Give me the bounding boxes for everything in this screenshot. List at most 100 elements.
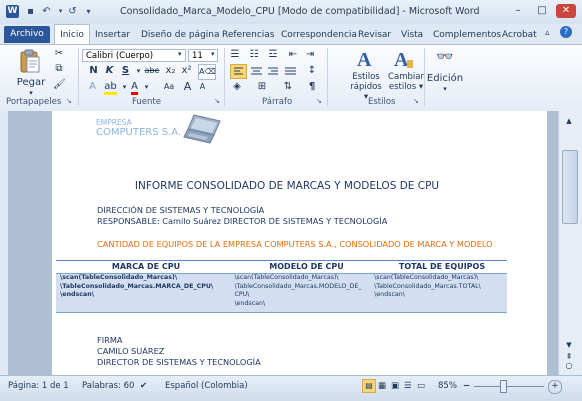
editing-dropdown-icon[interactable]: ▾: [440, 82, 450, 96]
zoom-in-icon[interactable]: +: [548, 380, 562, 394]
table-row[interactable]: \scan(TableConsolidado_Marcas)\ \TableCo…: [56, 273, 507, 313]
web-layout-icon[interactable]: ▣: [391, 381, 399, 391]
full-screen-reading-icon[interactable]: ▦: [378, 381, 386, 391]
clear-formatting-icon[interactable]: A⌫: [198, 64, 216, 80]
clipboard-launcher-icon[interactable]: ↘: [66, 97, 72, 105]
print-layout-view-icon[interactable]: ▤: [362, 379, 376, 393]
increase-indent-button[interactable]: ⇥: [303, 48, 317, 62]
align-left-button[interactable]: [230, 64, 247, 79]
change-styles-label: Cambiar: [388, 72, 424, 82]
italic-button[interactable]: K: [103, 64, 116, 78]
tab-referencias[interactable]: Referencias: [222, 27, 275, 43]
line-spacing-button[interactable]: ↕: [304, 64, 320, 78]
font-family-dropdown-icon[interactable]: ▾: [178, 50, 182, 58]
change-styles-button[interactable]: Cambiar estilos ▾: [388, 72, 424, 92]
scroll-up-icon[interactable]: ▲: [562, 114, 576, 128]
zoom-slider-track[interactable]: [474, 386, 544, 387]
document-page[interactable]: EMPRESA COMPUTERS S.A. INFORME CONSOLIDA…: [52, 111, 547, 375]
language-status[interactable]: Español (Colombia): [165, 381, 248, 391]
change-case-button[interactable]: Aa: [160, 80, 178, 94]
tab-acrobat[interactable]: Acrobat: [502, 27, 537, 43]
svg-text:A: A: [394, 49, 409, 71]
text-effects-button[interactable]: A: [86, 80, 99, 94]
paste-icon[interactable]: [18, 48, 42, 74]
browse-object-icon[interactable]: ○: [562, 359, 576, 373]
font-launcher-icon[interactable]: ↘: [214, 97, 220, 105]
group-separator: [78, 48, 79, 106]
table-header-total: TOTAL DE EQUIPOS: [398, 262, 486, 271]
signature-role: DIRECTOR DE SISTEMAS Y TECNOLOGÍA: [97, 357, 261, 367]
show-formatting-button[interactable]: ¶: [305, 80, 319, 94]
font-size-dropdown-icon[interactable]: ▾: [211, 50, 215, 58]
change-styles-icon[interactable]: A: [392, 47, 416, 71]
strikethrough-button[interactable]: abe: [143, 64, 161, 78]
tab-revisar[interactable]: Revisar: [358, 27, 391, 43]
zoom-level[interactable]: 85%: [438, 381, 457, 391]
binoculars-icon[interactable]: 👓: [433, 50, 457, 64]
maximize-button[interactable]: □: [532, 4, 552, 18]
styles-launcher-icon[interactable]: ↘: [413, 97, 419, 105]
justify-button[interactable]: [283, 65, 298, 78]
multilevel-list-button[interactable]: ☲: [266, 48, 280, 62]
redo-icon[interactable]: ↺: [66, 5, 79, 18]
grow-font-button[interactable]: A: [181, 80, 194, 94]
quick-styles-icon[interactable]: A: [355, 47, 377, 71]
copy-icon[interactable]: ⧉: [53, 62, 65, 76]
paragraph-launcher-icon[interactable]: ↘: [316, 97, 322, 105]
font-family-value: Calibri (Cuerpo): [86, 51, 154, 61]
borders-button[interactable]: ⊞: [255, 80, 269, 94]
vertical-ruler: [0, 111, 8, 375]
decrease-indent-button[interactable]: ⇤: [286, 48, 300, 62]
cell-line: \scan(TableConsolidado_Marcas)\: [234, 274, 339, 281]
sort-button[interactable]: ⇅: [281, 80, 295, 94]
word-count[interactable]: Palabras: 60: [82, 381, 134, 391]
draft-view-icon[interactable]: ▭: [417, 381, 425, 391]
save-icon[interactable]: ▪: [24, 5, 37, 18]
styles-group-label: Estilos: [368, 97, 396, 107]
align-right-button[interactable]: [266, 65, 281, 78]
scrollbar-thumb[interactable]: [562, 150, 578, 224]
cell-line: \TableConsolidado_Marcas.MODELO_DE_: [234, 282, 362, 290]
shading-button[interactable]: ◈: [230, 80, 244, 94]
proofing-icon[interactable]: ✔: [140, 381, 147, 391]
tab-diseno-pagina[interactable]: Diseño de página: [141, 27, 220, 43]
tab-vista[interactable]: Vista: [401, 27, 423, 43]
minimize-button[interactable]: –: [508, 4, 528, 18]
zoom-slider-thumb[interactable]: [500, 380, 508, 393]
underline-button[interactable]: S: [119, 64, 132, 78]
format-painter-icon[interactable]: 🖌: [53, 78, 66, 92]
cut-icon[interactable]: ✂: [53, 47, 65, 61]
highlight-color-button[interactable]: ab: [104, 80, 117, 95]
help-icon[interactable]: ?: [560, 26, 572, 38]
align-center-button[interactable]: [249, 65, 264, 78]
zoom-out-icon[interactable]: −: [463, 381, 470, 391]
subscript-button[interactable]: x₂: [164, 64, 177, 78]
tab-complementos[interactable]: Complementos: [433, 27, 501, 43]
bold-button[interactable]: N: [87, 64, 100, 78]
cpu-table[interactable]: MARCA DE CPU MODELO DE CPU TOTAL DE EQUI…: [56, 260, 507, 313]
tab-correspondencia[interactable]: Correspondencia: [281, 27, 357, 43]
undo-icon[interactable]: ↶: [40, 5, 53, 18]
minimize-ribbon-icon[interactable]: ▵: [545, 28, 550, 38]
cell-line: \TableConsolidado_Marcas.TOTAL\: [374, 282, 481, 290]
bullets-button[interactable]: ☰: [228, 48, 242, 62]
tab-archivo[interactable]: Archivo: [4, 26, 50, 43]
close-button[interactable]: ✕: [556, 4, 576, 18]
tab-inicio[interactable]: Inicio: [54, 24, 90, 45]
customize-quick-access-icon[interactable]: ▾: [82, 5, 95, 18]
font-family-select[interactable]: Calibri (Cuerpo): [82, 49, 186, 62]
group-separator: [224, 48, 225, 106]
cell-line: \scan(TableConsolidado_Marcas)\: [60, 274, 178, 281]
laptop-logo-image: [182, 113, 224, 147]
font-color-dropdown-icon[interactable]: ▾: [140, 80, 153, 94]
shrink-font-button[interactable]: A: [196, 80, 209, 94]
company-label-line2: COMPUTERS S.A.: [96, 127, 182, 138]
tab-insertar[interactable]: Insertar: [95, 27, 130, 43]
cell-line: \TableConsolidado_Marcas.MARCA_DE_CPU\: [60, 282, 214, 290]
window-title: Consolidado_Marca_Modelo_CPU [Modo de co…: [120, 6, 480, 17]
numbering-button[interactable]: ☷: [247, 48, 261, 62]
page-count[interactable]: Página: 1 de 1: [8, 381, 69, 391]
superscript-button[interactable]: x²: [180, 64, 193, 78]
word-app-icon[interactable]: W: [6, 5, 19, 18]
outline-view-icon[interactable]: ☰: [404, 381, 412, 391]
